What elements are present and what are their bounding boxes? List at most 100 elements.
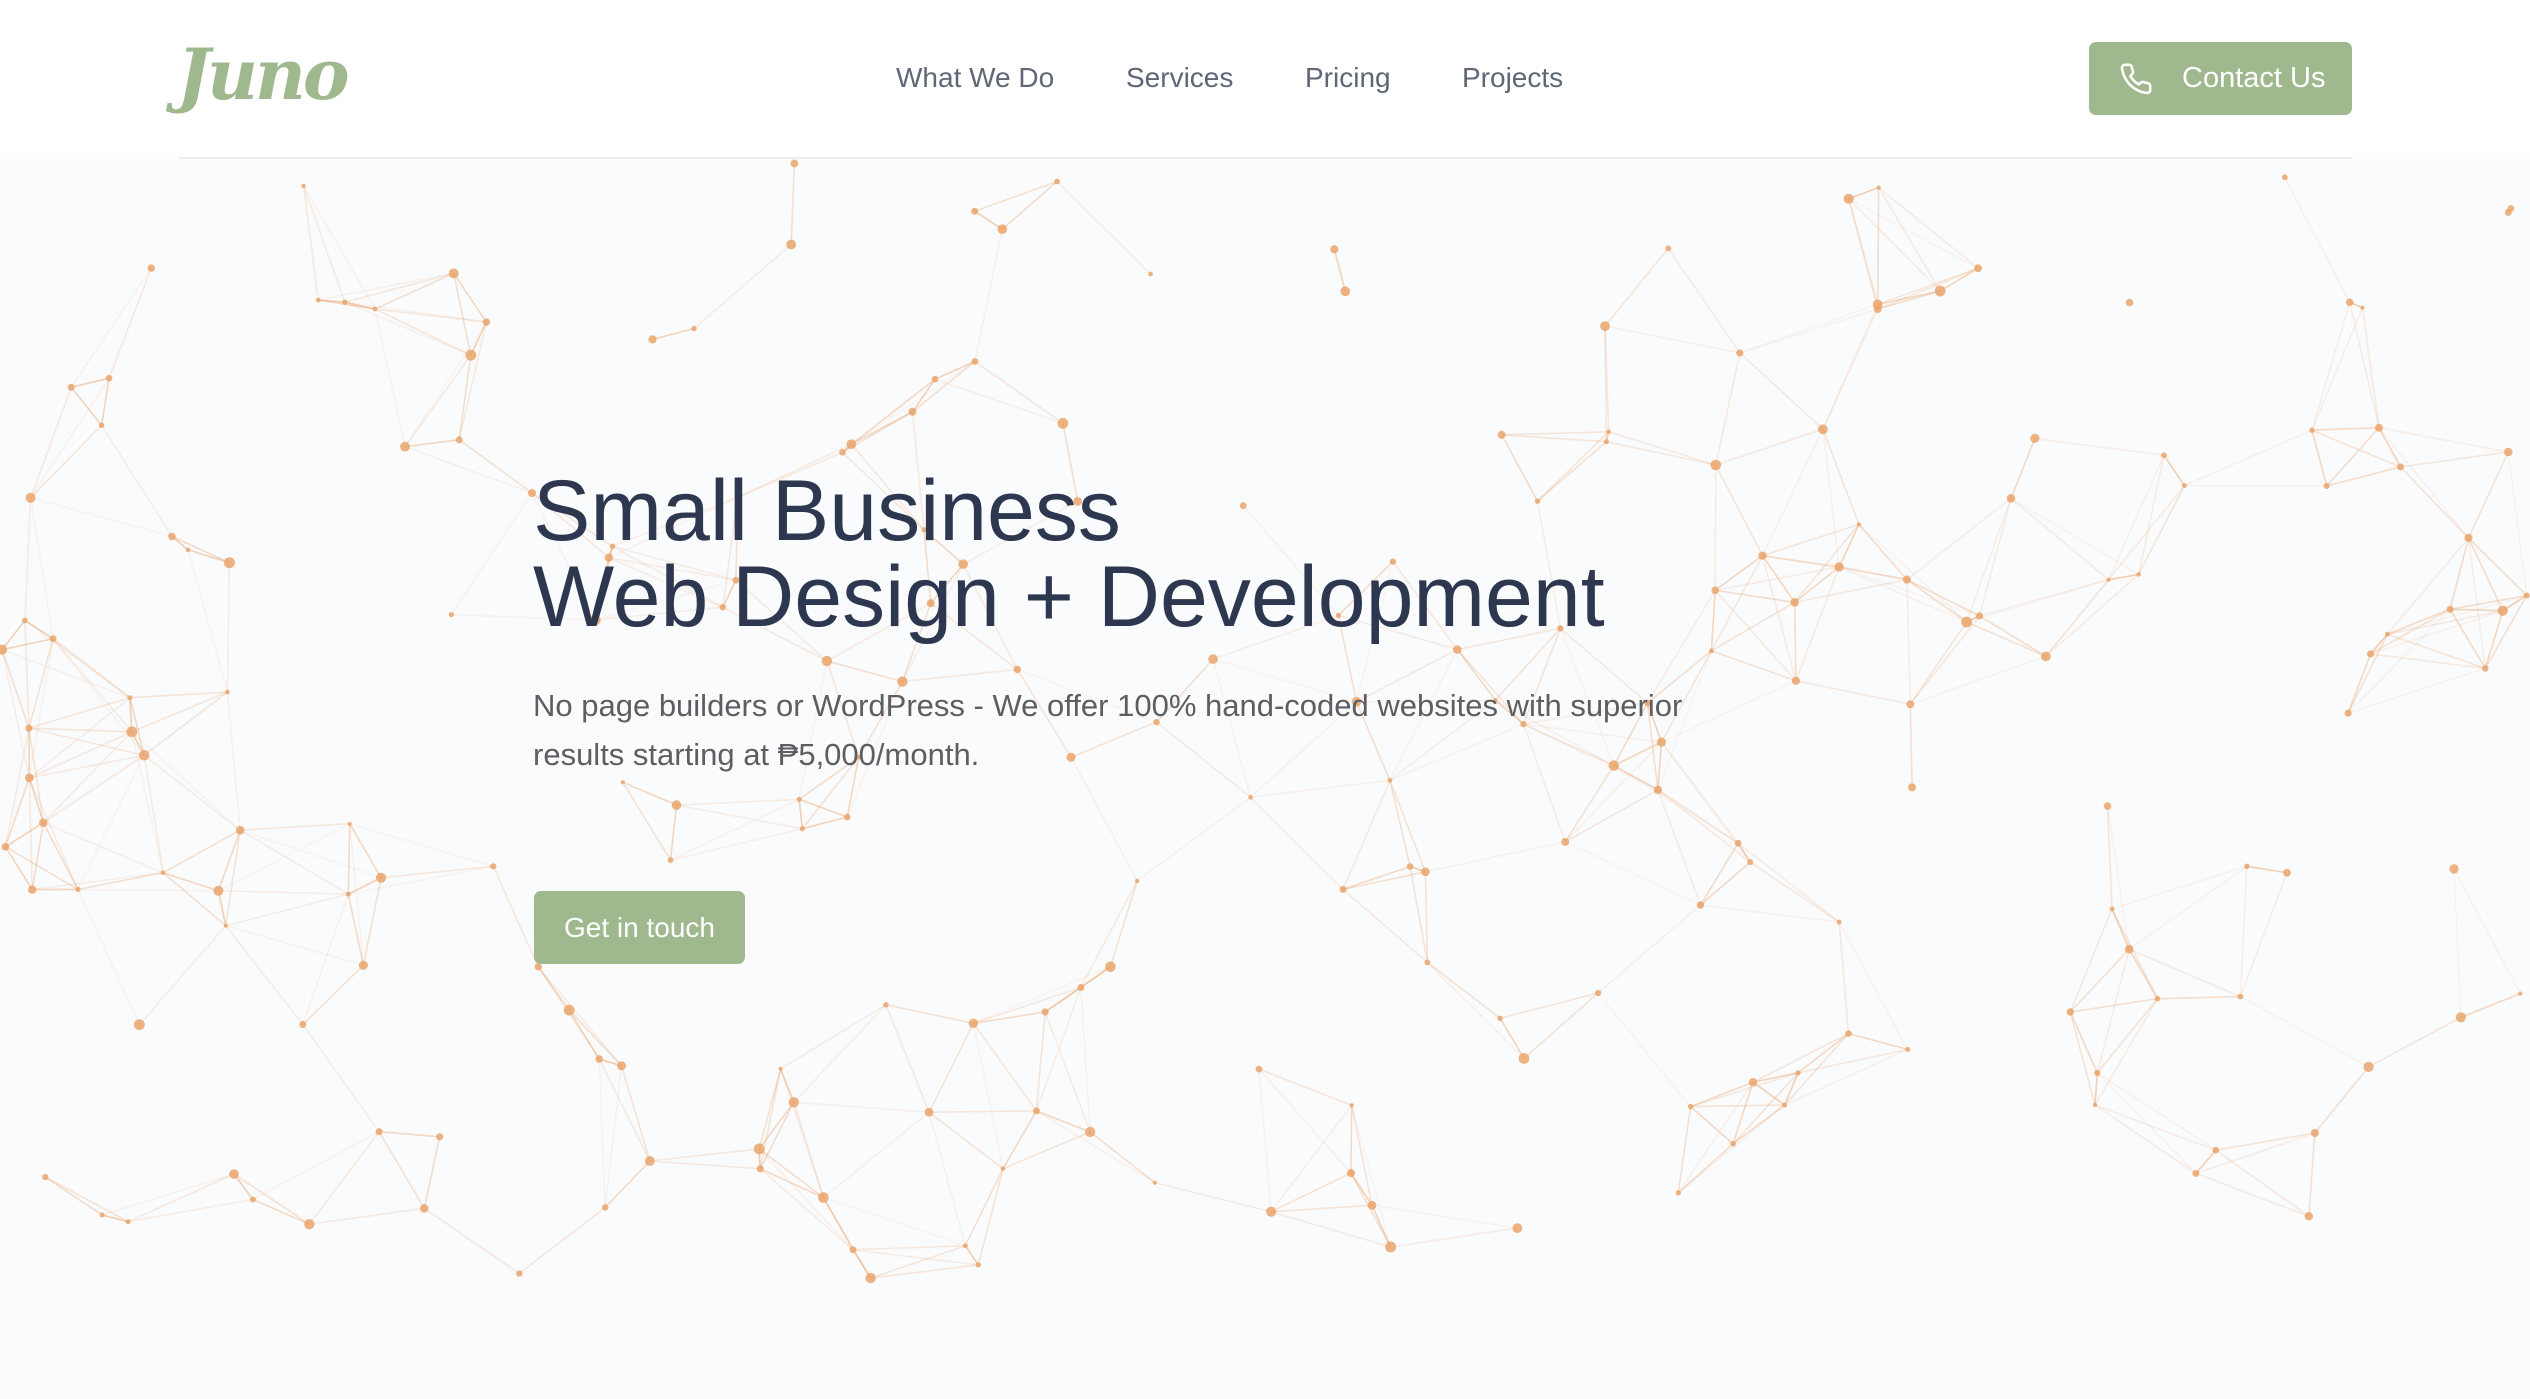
network-node <box>448 268 459 279</box>
nav-item-services[interactable]: Services <box>1126 58 1233 98</box>
network-node <box>223 923 228 928</box>
contact-us-button[interactable]: Contact Us <box>2089 42 2352 115</box>
network-node <box>2507 205 2515 212</box>
network-link <box>28 777 33 890</box>
network-node <box>1790 598 1799 607</box>
network-link <box>1847 198 1879 310</box>
network-link <box>1342 779 1391 890</box>
network-link <box>928 1111 1004 1170</box>
network-link <box>850 360 976 445</box>
network-node <box>2109 906 2115 912</box>
network-node <box>2006 494 2016 503</box>
network-node <box>1845 1030 1852 1037</box>
network-link <box>31 822 45 890</box>
network-link <box>974 360 1064 424</box>
network-link <box>1597 904 1702 994</box>
network-link <box>28 696 131 729</box>
network-link <box>2347 667 2486 714</box>
network-link <box>929 1110 1037 1113</box>
network-link <box>1501 431 1609 436</box>
network-node <box>42 1173 49 1181</box>
network-link <box>2045 573 2140 657</box>
network-node <box>2154 995 2161 1002</box>
network-link <box>1910 655 2047 705</box>
network-node <box>376 872 387 883</box>
network-link <box>1604 325 1740 354</box>
network-link <box>187 549 229 693</box>
hero-title-line-2: Web Design + Development <box>533 549 1605 645</box>
network-node <box>49 635 57 643</box>
network-link <box>450 492 533 616</box>
network-link <box>822 1111 930 1199</box>
network-link <box>911 360 976 413</box>
network-node <box>455 436 463 444</box>
network-link <box>1784 1033 1850 1106</box>
network-node <box>2504 447 2513 457</box>
network-link <box>964 1168 1004 1247</box>
network-node <box>301 183 306 189</box>
nav-item-projects[interactable]: Projects <box>1462 58 1563 98</box>
nav-item-pricing[interactable]: Pricing <box>1305 58 1391 98</box>
network-link <box>44 1176 103 1216</box>
network-link <box>1966 621 2047 658</box>
network-node <box>1330 245 1339 254</box>
network-node <box>1782 1102 1788 1108</box>
nav-item-what-we-do[interactable]: What We Do <box>896 58 1054 98</box>
network-link <box>2284 176 2351 303</box>
network-link <box>1606 440 1716 466</box>
network-node <box>2041 651 2051 662</box>
network-link <box>1136 796 1252 882</box>
network-link <box>374 308 487 323</box>
network-link <box>1965 498 2012 623</box>
network-node <box>347 821 352 826</box>
get-in-touch-button[interactable]: Get in touch <box>534 891 745 964</box>
phone-icon <box>2120 63 2152 95</box>
network-node <box>2304 1212 2313 1221</box>
network-node <box>971 358 979 365</box>
network-node <box>490 863 497 870</box>
network-link <box>2311 429 2328 487</box>
network-link <box>2308 1132 2316 1217</box>
network-node <box>2385 631 2390 637</box>
network-link <box>29 387 72 499</box>
network-node <box>358 960 368 970</box>
network-link <box>1002 1110 1038 1170</box>
network-link <box>649 1148 760 1162</box>
network-link <box>928 1111 967 1246</box>
network-link <box>381 865 494 879</box>
network-link <box>2326 427 2380 487</box>
network-node <box>908 407 917 416</box>
network-link <box>252 1198 310 1225</box>
network-node <box>1709 648 1714 654</box>
network-node <box>2455 1012 2466 1023</box>
network-link <box>1390 1227 1518 1248</box>
network-node <box>1834 562 1844 572</box>
network-node <box>1606 429 1611 435</box>
network-node <box>1497 430 1506 439</box>
network-node <box>1758 551 1767 560</box>
network-node <box>645 1156 655 1166</box>
network-node <box>1367 1200 1377 1210</box>
network-link <box>1271 1204 1373 1213</box>
network-link <box>138 925 227 1026</box>
network-node <box>133 1019 145 1030</box>
network-link <box>1250 779 1390 799</box>
network-link <box>1 649 31 779</box>
network-link <box>162 829 241 874</box>
network-link <box>404 445 533 494</box>
network-link <box>1002 1131 1091 1170</box>
network-link <box>308 1131 380 1225</box>
network-link <box>669 805 678 861</box>
juno-logo[interactable]: Juno <box>177 30 350 120</box>
network-link <box>652 327 695 341</box>
network-link <box>1657 789 1739 844</box>
network-node <box>2283 868 2291 877</box>
network-link <box>604 1160 651 1208</box>
network-node <box>1600 321 1610 331</box>
network-link <box>187 549 230 564</box>
network-node <box>28 885 37 894</box>
network-link <box>28 697 131 779</box>
network-link <box>1597 992 1692 1108</box>
network-link <box>374 308 472 356</box>
network-node <box>138 750 150 761</box>
